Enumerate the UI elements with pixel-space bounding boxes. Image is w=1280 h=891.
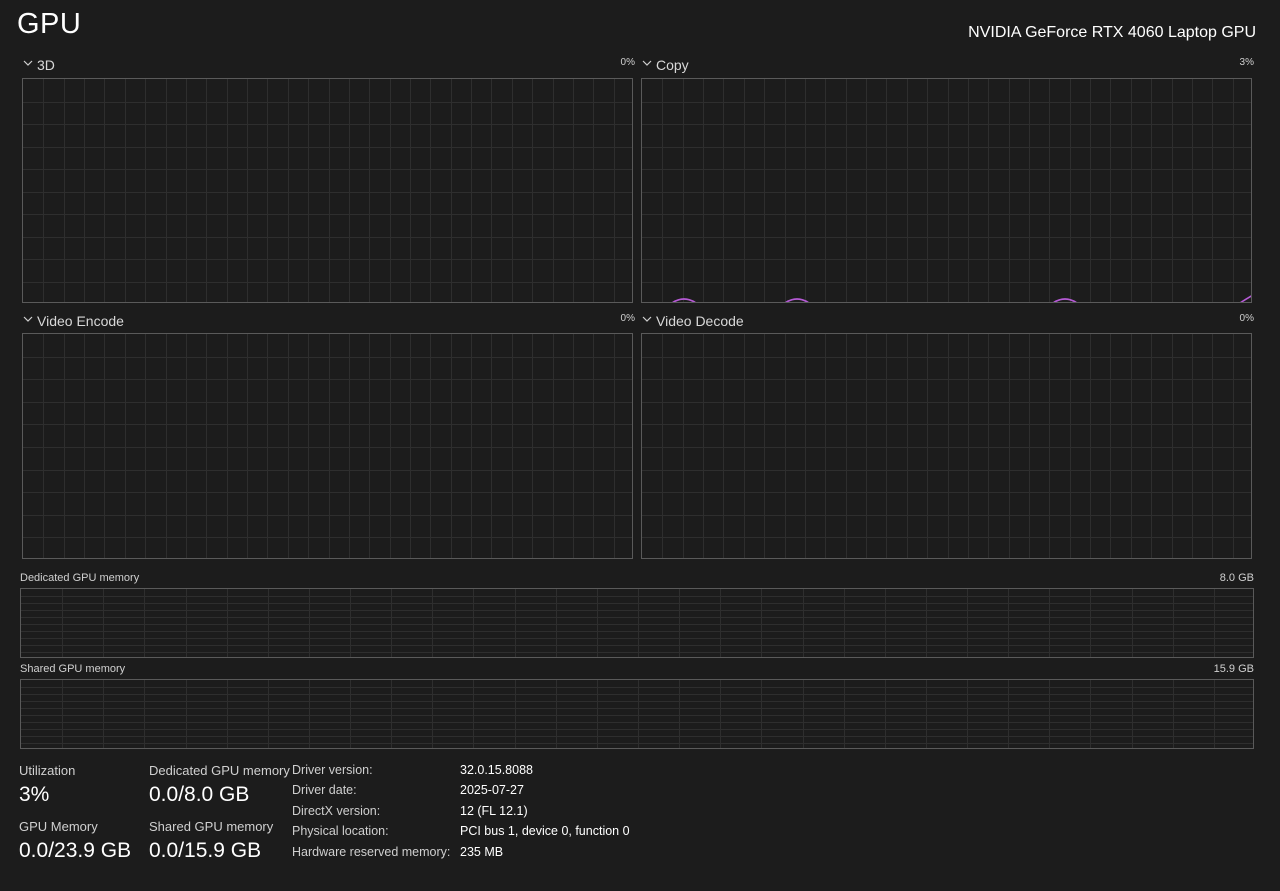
graph-grid — [23, 334, 632, 558]
grid-lines — [642, 334, 1251, 558]
utilization-label: Utilization — [19, 763, 76, 778]
directx-version-key: DirectX version: — [292, 804, 381, 818]
gpu-performance-page: GPU NVIDIA GeForce RTX 4060 Laptop GPU 3… — [0, 0, 1280, 891]
utilization-value: 3% — [19, 783, 50, 806]
hardware-reserved-memory-value: 235 MB — [460, 845, 504, 859]
shared-memory-value: 0.0/15.9 GB — [149, 839, 262, 862]
engine-graph-video-encode — [22, 333, 633, 559]
grid-lines — [21, 589, 1253, 657]
shared-memory-graph-max: 15.9 GB — [1213, 663, 1254, 675]
grid-lines — [23, 79, 632, 302]
graph-grid — [642, 79, 1251, 302]
grid-lines — [21, 680, 1253, 748]
engine-graph-copy — [641, 78, 1252, 303]
engine-header-video-encode[interactable]: Video Encode 0% — [22, 312, 635, 329]
physical-location-key: Physical location: — [292, 824, 389, 838]
engine-header-copy[interactable]: Copy 3% — [641, 56, 1254, 73]
engine-panel-video-encode: Video Encode 0% — [22, 312, 635, 559]
engine-panel-copy: Copy 3% — [641, 56, 1254, 303]
hardware-reserved-memory-key: Hardware reserved memory: — [292, 845, 451, 859]
chevron-down-icon[interactable] — [22, 56, 34, 68]
graph-grid — [21, 680, 1253, 748]
gpu-memory-value: 0.0/23.9 GB — [19, 839, 132, 862]
grid-lines — [642, 79, 1251, 302]
driver-date-key: Driver date: — [292, 783, 357, 797]
dedicated-memory-value: 0.0/8.0 GB — [149, 783, 250, 806]
shared-memory-graph-label: Shared GPU memory — [20, 663, 126, 675]
engine-panel-3d: 3D 0% — [22, 56, 635, 303]
copy-usage-line — [672, 295, 1251, 302]
gpu-memory-label: GPU Memory — [19, 819, 98, 834]
shared-memory-label: Shared GPU memory — [149, 819, 274, 834]
grid-lines — [23, 334, 632, 558]
graph-grid — [642, 334, 1251, 558]
driver-date-value: 2025-07-27 — [460, 783, 524, 797]
dedicated-memory-graph-label: Dedicated GPU memory — [20, 572, 140, 584]
engine-percent-video-encode: 0% — [620, 313, 635, 324]
engine-header-video-decode[interactable]: Video Decode 0% — [641, 312, 1254, 329]
engine-percent-video-decode: 0% — [1239, 313, 1254, 324]
dedicated-memory-graph — [20, 588, 1254, 658]
graph-grid — [21, 589, 1253, 657]
gpu-device-name: NVIDIA GeForce RTX 4060 Laptop GPU — [968, 24, 1256, 41]
dedicated-memory-graph-max: 8.0 GB — [1219, 572, 1254, 584]
engine-name-copy: Copy — [656, 57, 689, 73]
engine-name-video-decode: Video Decode — [656, 313, 744, 329]
engine-name-video-encode: Video Encode — [37, 313, 124, 329]
driver-version-key: Driver version: — [292, 763, 373, 777]
chevron-down-icon[interactable] — [641, 56, 653, 68]
engine-percent-3d: 0% — [620, 57, 635, 68]
graph-grid — [23, 79, 632, 302]
chevron-down-icon[interactable] — [641, 312, 653, 324]
engine-percent-copy: 3% — [1239, 57, 1254, 68]
engine-header-3d[interactable]: 3D 0% — [22, 56, 635, 73]
engine-panel-video-decode: Video Decode 0% — [641, 312, 1254, 559]
directx-version-value: 12 (FL 12.1) — [460, 804, 528, 818]
chevron-down-icon[interactable] — [22, 312, 34, 324]
engine-name-3d: 3D — [37, 57, 55, 73]
shared-memory-graph — [20, 679, 1254, 749]
driver-version-value: 32.0.15.8088 — [460, 763, 533, 777]
engine-graph-3d — [22, 78, 633, 303]
dedicated-memory-label: Dedicated GPU memory — [149, 763, 290, 778]
physical-location-value: PCI bus 1, device 0, function 0 — [460, 824, 630, 838]
page-title: GPU — [17, 8, 82, 40]
engine-graph-video-decode — [641, 333, 1252, 559]
